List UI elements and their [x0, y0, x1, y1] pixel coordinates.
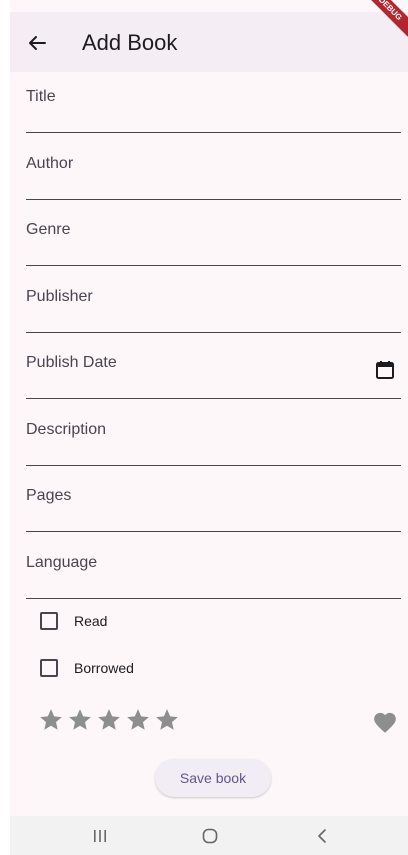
language-field[interactable]: Language — [26, 538, 401, 599]
save-book-button[interactable]: Save book — [155, 759, 271, 797]
home-button[interactable] — [190, 824, 230, 848]
description-field[interactable]: Description — [26, 405, 401, 466]
star-icon[interactable] — [38, 707, 64, 733]
home-icon — [202, 828, 218, 844]
language-field-label: Language — [26, 554, 98, 571]
title-field-label: Title — [26, 88, 56, 105]
star-icon[interactable] — [154, 707, 180, 733]
publisher-field-label: Publisher — [26, 288, 93, 305]
star-icon[interactable] — [125, 707, 151, 733]
read-checkbox[interactable] — [40, 612, 58, 630]
app-bar: Add Book — [10, 12, 408, 72]
borrowed-checkbox-label: Borrowed — [74, 660, 134, 676]
read-checkbox-row[interactable]: Read — [40, 608, 107, 634]
page-title: Add Book — [82, 30, 178, 55]
borrowed-checkbox[interactable] — [40, 659, 58, 677]
screen: Add Book DEBUG Title Author Genre Publis… — [10, 0, 408, 855]
publish-date-field-label: Publish Date — [26, 354, 117, 371]
arrow-back-icon — [29, 36, 46, 50]
publisher-field[interactable]: Publisher — [26, 272, 401, 333]
heart-icon[interactable] — [372, 710, 398, 736]
title-field[interactable]: Title — [26, 72, 401, 133]
recent-apps-button[interactable] — [80, 824, 120, 848]
publish-date-field[interactable]: Publish Date — [26, 338, 401, 399]
back-button[interactable] — [24, 30, 50, 56]
calendar-icon[interactable] — [375, 360, 395, 380]
pages-field-label: Pages — [26, 487, 72, 504]
pages-field[interactable]: Pages — [26, 471, 401, 532]
genre-field[interactable]: Genre — [26, 205, 401, 266]
description-field-label: Description — [26, 421, 107, 438]
genre-field-label: Genre — [26, 221, 71, 238]
author-field-label: Author — [26, 155, 74, 172]
read-checkbox-label: Read — [74, 613, 108, 629]
star-icon[interactable] — [96, 707, 122, 733]
back-nav-button[interactable] — [302, 824, 342, 848]
borrowed-checkbox-row[interactable]: Borrowed — [40, 655, 134, 681]
star-icon[interactable] — [67, 707, 93, 733]
author-field[interactable]: Author — [26, 139, 401, 200]
system-nav-bar — [10, 816, 408, 855]
back-nav-icon — [318, 829, 326, 843]
recent-apps-icon — [94, 830, 106, 842]
rating-stars — [38, 707, 180, 733]
